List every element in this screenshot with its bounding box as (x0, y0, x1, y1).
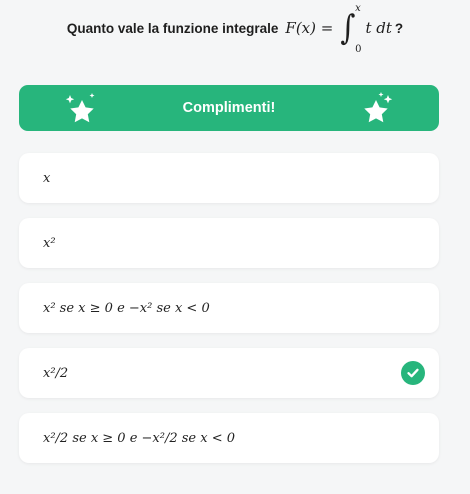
integral-upper-limit: x (355, 3, 361, 14)
answer-option[interactable]: x² (19, 218, 439, 268)
answer-option[interactable]: x² se x ≥ 0 e −x² se x < 0 (19, 283, 439, 333)
question-suffix: ? (394, 20, 404, 36)
answer-option[interactable]: x²/2 se x ≥ 0 e −x²/2 se x < 0 (19, 413, 439, 463)
question-formula: F(x) = ∫ x 0 t dt (281, 3, 392, 55)
option-label: x²/2 se x ≥ 0 e −x²/2 se x < 0 (43, 430, 236, 446)
integral-sign: ∫ x 0 (340, 3, 362, 55)
integrand: t dt (365, 19, 392, 37)
question-title: Quanto vale la funzione integrale F(x) =… (0, 0, 470, 56)
answer-option-selected[interactable]: x²/2 (19, 348, 439, 398)
question-prefix: Quanto vale la funzione integrale (66, 20, 279, 36)
sparkle-star-icon (65, 93, 95, 123)
option-label: x (43, 170, 51, 186)
sparkle-star-icon (364, 92, 393, 123)
check-circle-icon (401, 361, 425, 385)
integral-lower-limit: 0 (355, 44, 362, 55)
option-label: x² (43, 235, 56, 251)
option-label: x² se x ≥ 0 e −x² se x < 0 (43, 300, 210, 316)
formula-lhs: F(x) = (285, 19, 334, 37)
banner-label: Complimenti! (182, 100, 276, 116)
answer-option[interactable]: x (19, 153, 439, 203)
option-label: x²/2 (43, 365, 69, 381)
feedback-banner: Complimenti! (19, 85, 439, 131)
